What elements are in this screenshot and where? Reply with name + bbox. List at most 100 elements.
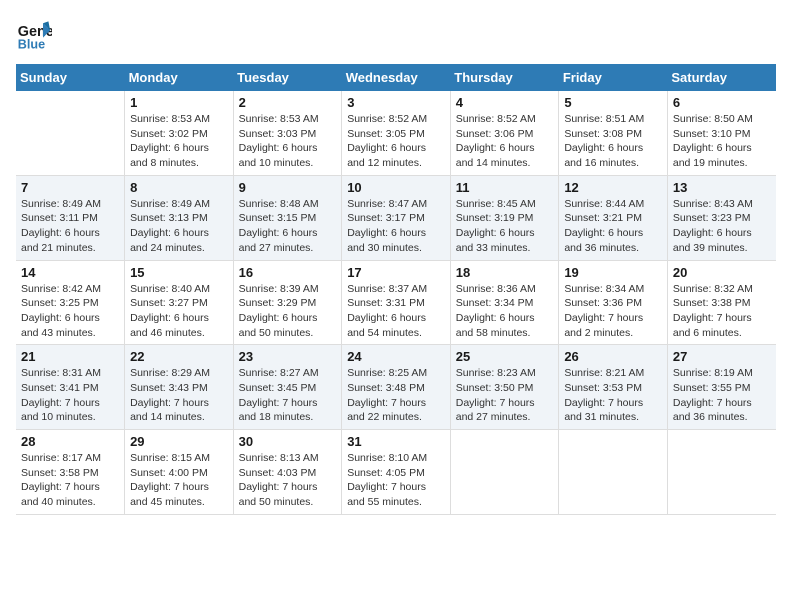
day-info: Sunrise: 8:49 AMSunset: 3:13 PMDaylight:… xyxy=(130,197,228,256)
header-cell-saturday: Saturday xyxy=(667,64,776,91)
day-number: 18 xyxy=(456,265,554,280)
day-cell: 29 Sunrise: 8:15 AMSunset: 4:00 PMDayligh… xyxy=(125,430,234,515)
day-info: Sunrise: 8:50 AMSunset: 3:10 PMDaylight:… xyxy=(673,112,771,171)
day-cell: 3 Sunrise: 8:52 AMSunset: 3:05 PMDaylight… xyxy=(342,91,451,175)
day-cell: 24Sunrise: 8:25 AMSunset: 3:48 PMDayligh… xyxy=(342,345,451,430)
calendar-body: 1 Sunrise: 8:53 AMSunset: 3:02 PMDaylight… xyxy=(16,91,776,514)
day-cell: 27Sunrise: 8:19 AMSunset: 3:55 PMDayligh… xyxy=(667,345,776,430)
day-cell: 11 Sunrise: 8:45 AMSunset: 3:19 PMDayligh… xyxy=(450,175,559,260)
day-cell: 18 Sunrise: 8:36 AMSunset: 3:34 PMDayligh… xyxy=(450,260,559,345)
day-number: 31 xyxy=(347,434,445,449)
day-number: 10 xyxy=(347,180,445,195)
day-number: 3 xyxy=(347,95,445,110)
day-number: 20 xyxy=(673,265,771,280)
day-info: Sunrise: 8:17 AMSunset: 3:58 PMDaylight:… xyxy=(21,451,119,510)
header-cell-thursday: Thursday xyxy=(450,64,559,91)
day-number: 5 xyxy=(564,95,662,110)
day-number: 8 xyxy=(130,180,228,195)
day-cell: 6 Sunrise: 8:50 AMSunset: 3:10 PMDaylight… xyxy=(667,91,776,175)
day-info: Sunrise: 8:29 AMSunset: 3:43 PMDaylight:… xyxy=(130,366,228,425)
day-number: 17 xyxy=(347,265,445,280)
day-number: 19 xyxy=(564,265,662,280)
header-cell-friday: Friday xyxy=(559,64,668,91)
week-row-4: 28 Sunrise: 8:17 AMSunset: 3:58 PMDayligh… xyxy=(16,430,776,515)
day-number: 9 xyxy=(239,180,337,195)
day-cell: 25 Sunrise: 8:23 AMSunset: 3:50 PMDayligh… xyxy=(450,345,559,430)
day-number: 14 xyxy=(21,265,119,280)
day-info: Sunrise: 8:15 AMSunset: 4:00 PMDaylight:… xyxy=(130,451,228,510)
day-number: 25 xyxy=(456,349,554,364)
day-cell: 12 Sunrise: 8:44 AMSunset: 3:21 PMDayligh… xyxy=(559,175,668,260)
day-cell xyxy=(559,430,668,515)
day-cell: 9 Sunrise: 8:48 AMSunset: 3:15 PMDaylight… xyxy=(233,175,342,260)
week-row-2: 14 Sunrise: 8:42 AMSunset: 3:25 PMDayligh… xyxy=(16,260,776,345)
day-number: 30 xyxy=(239,434,337,449)
day-number: 11 xyxy=(456,180,554,195)
week-row-3: 21 Sunrise: 8:31 AMSunset: 3:41 PMDayligh… xyxy=(16,345,776,430)
day-cell: 10 Sunrise: 8:47 AMSunset: 3:17 PMDayligh… xyxy=(342,175,451,260)
week-row-0: 1 Sunrise: 8:53 AMSunset: 3:02 PMDaylight… xyxy=(16,91,776,175)
day-info: Sunrise: 8:39 AMSunset: 3:29 PMDaylight:… xyxy=(239,282,337,341)
day-info: Sunrise: 8:10 AMSunset: 4:05 PMDaylight:… xyxy=(347,451,445,510)
day-info: Sunrise: 8:48 AMSunset: 3:15 PMDaylight:… xyxy=(239,197,337,256)
day-cell: 5 Sunrise: 8:51 AMSunset: 3:08 PMDaylight… xyxy=(559,91,668,175)
day-cell xyxy=(16,91,125,175)
week-row-1: 7Sunrise: 8:49 AMSunset: 3:11 PMDaylight… xyxy=(16,175,776,260)
day-cell: 15Sunrise: 8:40 AMSunset: 3:27 PMDayligh… xyxy=(125,260,234,345)
day-info: Sunrise: 8:44 AMSunset: 3:21 PMDaylight:… xyxy=(564,197,662,256)
day-number: 1 xyxy=(130,95,228,110)
day-info: Sunrise: 8:47 AMSunset: 3:17 PMDaylight:… xyxy=(347,197,445,256)
day-info: Sunrise: 8:32 AMSunset: 3:38 PMDaylight:… xyxy=(673,282,771,341)
day-info: Sunrise: 8:45 AMSunset: 3:19 PMDaylight:… xyxy=(456,197,554,256)
svg-text:Blue: Blue xyxy=(18,37,45,51)
day-number: 2 xyxy=(239,95,337,110)
day-number: 21 xyxy=(21,349,119,364)
day-cell: 26Sunrise: 8:21 AMSunset: 3:53 PMDayligh… xyxy=(559,345,668,430)
day-info: Sunrise: 8:23 AMSunset: 3:50 PMDaylight:… xyxy=(456,366,554,425)
day-cell: 2 Sunrise: 8:53 AMSunset: 3:03 PMDaylight… xyxy=(233,91,342,175)
day-info: Sunrise: 8:37 AMSunset: 3:31 PMDaylight:… xyxy=(347,282,445,341)
header-cell-wednesday: Wednesday xyxy=(342,64,451,91)
day-number: 22 xyxy=(130,349,228,364)
day-number: 16 xyxy=(239,265,337,280)
day-info: Sunrise: 8:53 AMSunset: 3:03 PMDaylight:… xyxy=(239,112,337,171)
header-cell-tuesday: Tuesday xyxy=(233,64,342,91)
day-info: Sunrise: 8:31 AMSunset: 3:41 PMDaylight:… xyxy=(21,366,119,425)
day-cell: 16 Sunrise: 8:39 AMSunset: 3:29 PMDayligh… xyxy=(233,260,342,345)
day-info: Sunrise: 8:52 AMSunset: 3:06 PMDaylight:… xyxy=(456,112,554,171)
day-info: Sunrise: 8:36 AMSunset: 3:34 PMDaylight:… xyxy=(456,282,554,341)
day-cell: 1 Sunrise: 8:53 AMSunset: 3:02 PMDaylight… xyxy=(125,91,234,175)
day-cell xyxy=(450,430,559,515)
day-cell: 23Sunrise: 8:27 AMSunset: 3:45 PMDayligh… xyxy=(233,345,342,430)
day-cell: 13Sunrise: 8:43 AMSunset: 3:23 PMDayligh… xyxy=(667,175,776,260)
logo: General Blue xyxy=(16,16,56,52)
day-cell: 31 Sunrise: 8:10 AMSunset: 4:05 PMDayligh… xyxy=(342,430,451,515)
day-number: 12 xyxy=(564,180,662,195)
day-info: Sunrise: 8:49 AMSunset: 3:11 PMDaylight:… xyxy=(21,197,119,256)
day-cell: 14 Sunrise: 8:42 AMSunset: 3:25 PMDayligh… xyxy=(16,260,125,345)
header-row: SundayMondayTuesdayWednesdayThursdayFrid… xyxy=(16,64,776,91)
day-number: 6 xyxy=(673,95,771,110)
day-number: 29 xyxy=(130,434,228,449)
day-info: Sunrise: 8:51 AMSunset: 3:08 PMDaylight:… xyxy=(564,112,662,171)
day-info: Sunrise: 8:13 AMSunset: 4:03 PMDaylight:… xyxy=(239,451,337,510)
header-cell-monday: Monday xyxy=(125,64,234,91)
day-cell: 7Sunrise: 8:49 AMSunset: 3:11 PMDaylight… xyxy=(16,175,125,260)
day-cell: 4Sunrise: 8:52 AMSunset: 3:06 PMDaylight… xyxy=(450,91,559,175)
day-info: Sunrise: 8:53 AMSunset: 3:02 PMDaylight:… xyxy=(130,112,228,171)
day-cell: 22 Sunrise: 8:29 AMSunset: 3:43 PMDayligh… xyxy=(125,345,234,430)
day-cell xyxy=(667,430,776,515)
day-info: Sunrise: 8:19 AMSunset: 3:55 PMDaylight:… xyxy=(673,366,771,425)
day-number: 28 xyxy=(21,434,119,449)
day-info: Sunrise: 8:43 AMSunset: 3:23 PMDaylight:… xyxy=(673,197,771,256)
day-info: Sunrise: 8:42 AMSunset: 3:25 PMDaylight:… xyxy=(21,282,119,341)
day-cell: 8 Sunrise: 8:49 AMSunset: 3:13 PMDaylight… xyxy=(125,175,234,260)
day-cell: 20 Sunrise: 8:32 AMSunset: 3:38 PMDayligh… xyxy=(667,260,776,345)
day-info: Sunrise: 8:52 AMSunset: 3:05 PMDaylight:… xyxy=(347,112,445,171)
day-cell: 19Sunrise: 8:34 AMSunset: 3:36 PMDayligh… xyxy=(559,260,668,345)
header: General Blue xyxy=(16,16,776,52)
day-info: Sunrise: 8:21 AMSunset: 3:53 PMDaylight:… xyxy=(564,366,662,425)
day-info: Sunrise: 8:40 AMSunset: 3:27 PMDaylight:… xyxy=(130,282,228,341)
day-number: 23 xyxy=(239,349,337,364)
day-cell: 28 Sunrise: 8:17 AMSunset: 3:58 PMDayligh… xyxy=(16,430,125,515)
